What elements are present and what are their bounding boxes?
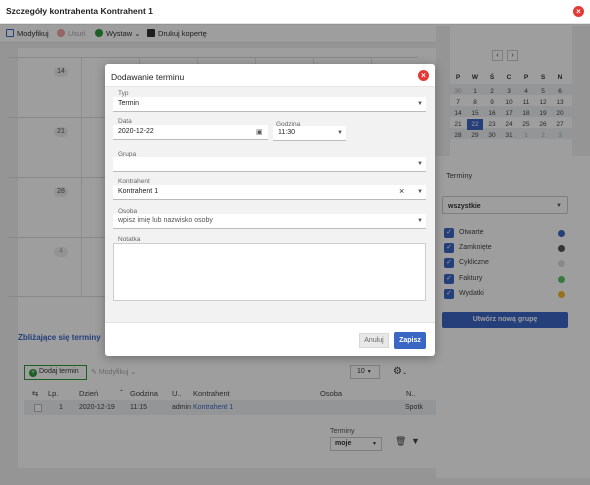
dialog-title: Dodawanie terminu [111, 72, 185, 82]
caret-down-icon: ▼ [337, 130, 343, 136]
clear-icon[interactable]: × [399, 186, 404, 196]
caret-down-icon: ▼ [417, 101, 423, 107]
caret-down-icon: ▼ [417, 189, 423, 195]
caret-down-icon: ▼ [417, 218, 423, 224]
group-select[interactable] [113, 157, 426, 172]
time-select[interactable]: 11:30 [273, 126, 346, 141]
type-label: Typ [118, 90, 129, 97]
note-label: Notatka [118, 236, 141, 243]
contractor-select[interactable]: Kontrahent 1 [113, 185, 426, 200]
cancel-button[interactable]: Anuluj [359, 333, 389, 348]
type-select[interactable]: Termin [113, 97, 426, 112]
date-input[interactable]: 2020-12-22 [113, 125, 268, 140]
contractor-label: Kontrahent [118, 178, 150, 185]
close-window-icon[interactable]: × [573, 6, 584, 17]
date-label: Data [118, 118, 132, 125]
window-title: Szczegóły kontrahenta Kontrahent 1 [6, 6, 153, 16]
window-titlebar: Szczegóły kontrahenta Kontrahent 1 × [0, 0, 590, 24]
dialog-close-icon[interactable]: × [418, 70, 429, 81]
person-input[interactable]: wpisz imię lub nazwisko osoby [113, 214, 426, 229]
calendar-icon[interactable]: ▣ [256, 128, 263, 136]
save-button[interactable]: Zapisz [394, 332, 426, 349]
caret-down-icon: ▼ [417, 161, 423, 167]
note-textarea[interactable] [113, 243, 426, 301]
